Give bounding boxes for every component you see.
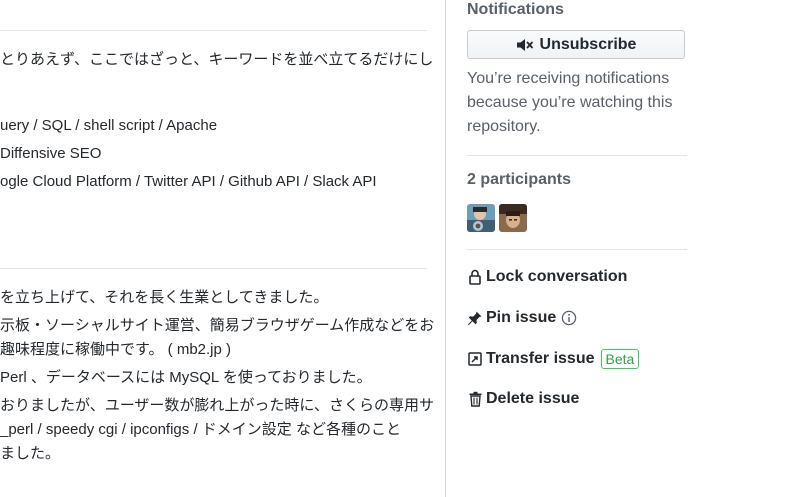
mute-icon	[516, 38, 533, 51]
avatar-image	[467, 204, 495, 232]
lock-conversation-link[interactable]: Lock conversation	[467, 268, 627, 286]
lock-conversation-label: Lock conversation	[486, 268, 628, 285]
participants-heading: 2 participants	[467, 171, 572, 188]
participant-avatar[interactable]	[499, 204, 527, 232]
notifications-heading: Notifications	[467, 1, 564, 18]
body-line: uery / SQL / shell script / Apache	[0, 117, 218, 134]
divider	[467, 155, 687, 156]
transfer-issue-link[interactable]: Transfer issue Beta	[467, 349, 640, 369]
body-line: Perl 、データベースには MySQL を使っておりました。	[0, 369, 372, 386]
body-line: 示板・ソーシャルサイト運営、簡易ブラウザゲーム作成などをお	[0, 317, 435, 334]
body-line: 趣味程度に稼働中です。 ( mb2.jp )	[0, 341, 232, 358]
body-line: ogle Cloud Platform / Twitter API / Gith…	[0, 173, 377, 190]
avatar-image	[499, 204, 527, 232]
transfer-issue-label: Transfer issue	[486, 350, 595, 367]
notification-reason: You’re receiving notifications because y…	[467, 70, 673, 135]
participant-avatar[interactable]	[467, 204, 495, 232]
divider	[0, 30, 427, 31]
body-line: とりあえず、ここではざっと、キーワードを並べ立てるだけにし	[0, 51, 434, 68]
beta-badge: Beta	[600, 349, 640, 369]
unsubscribe-button[interactable]: Unsubscribe	[467, 30, 685, 59]
body-line: ました。	[0, 445, 61, 462]
delete-issue-label: Delete issue	[486, 390, 580, 407]
unsubscribe-label: Unsubscribe	[539, 35, 637, 53]
divider	[0, 268, 427, 269]
body-line: _perl / speedy cgi / ipconfigs / ドメイン設定 …	[0, 421, 401, 438]
divider	[467, 249, 687, 250]
body-line: おりましたが、ユーザー数が膨れ上がった時に、さくらの専用サ	[0, 397, 434, 414]
issue-body: とりあえず、ここではざっと、キーワードを並べ立てるだけにし uery / SQL…	[0, 0, 446, 497]
body-line: を立ち上げて、それを長く生業としてきました。	[0, 289, 329, 306]
trash-icon	[467, 391, 483, 407]
info-icon[interactable]	[561, 310, 577, 326]
pin-issue-link[interactable]: Pin issue	[467, 309, 577, 327]
transfer-icon	[467, 351, 483, 367]
delete-issue-link[interactable]: Delete issue	[467, 390, 579, 408]
lock-icon	[467, 269, 483, 285]
body-line: Diffensive SEO	[0, 145, 102, 162]
pin-issue-label: Pin issue	[486, 309, 557, 326]
pin-icon	[467, 310, 483, 326]
